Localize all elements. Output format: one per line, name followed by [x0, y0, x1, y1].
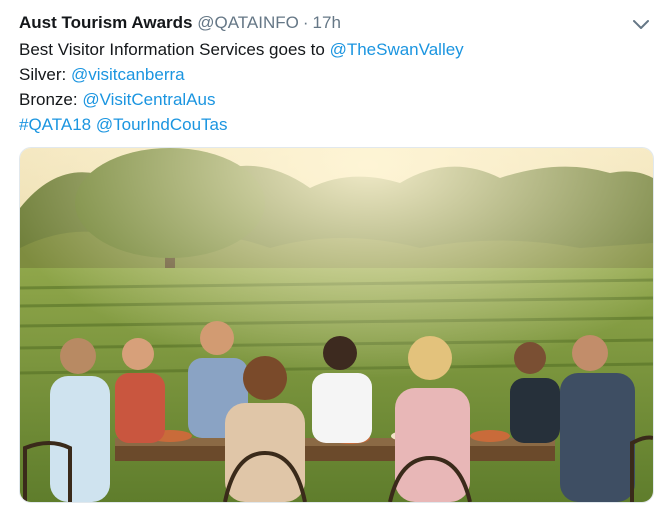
separator-dot: ·: [302, 13, 309, 32]
tweet-line-4: #QATA18 @TourIndCouTas: [19, 112, 639, 137]
tweet-text: Best Visitor Information Services goes t…: [19, 37, 639, 137]
line2-text: Silver:: [19, 65, 71, 84]
tweet-timestamp[interactable]: 17h: [313, 13, 341, 32]
mention-link-visitcentralaus[interactable]: @VisitCentralAus: [82, 90, 215, 109]
line1-text: Best Visitor Information Services goes t…: [19, 40, 330, 59]
chevron-down-icon[interactable]: [630, 16, 652, 34]
line3-text: Bronze:: [19, 90, 83, 109]
tweet-header: Aust Tourism Awards @QATAINFO · 17h: [19, 11, 341, 35]
tweet-line-1: Best Visitor Information Services goes t…: [19, 37, 639, 62]
mention-link-swanvalley[interactable]: @TheSwanValley: [330, 40, 464, 59]
author-name[interactable]: Aust Tourism Awards: [19, 13, 193, 32]
mention-link-visitcanberra[interactable]: @visitcanberra: [71, 65, 185, 84]
tweet-photo[interactable]: [19, 147, 654, 503]
author-handle[interactable]: @QATAINFO: [197, 13, 299, 32]
tweet-line-2: Silver: @visitcanberra: [19, 62, 639, 87]
tweet-line-3: Bronze: @VisitCentralAus: [19, 87, 639, 112]
mention-link-tourindcoutas[interactable]: @TourIndCouTas: [96, 115, 228, 134]
hashtag-link-qata18[interactable]: #QATA18: [19, 115, 91, 134]
tweet[interactable]: Aust Tourism Awards @QATAINFO · 17h Best V…: [0, 0, 657, 509]
